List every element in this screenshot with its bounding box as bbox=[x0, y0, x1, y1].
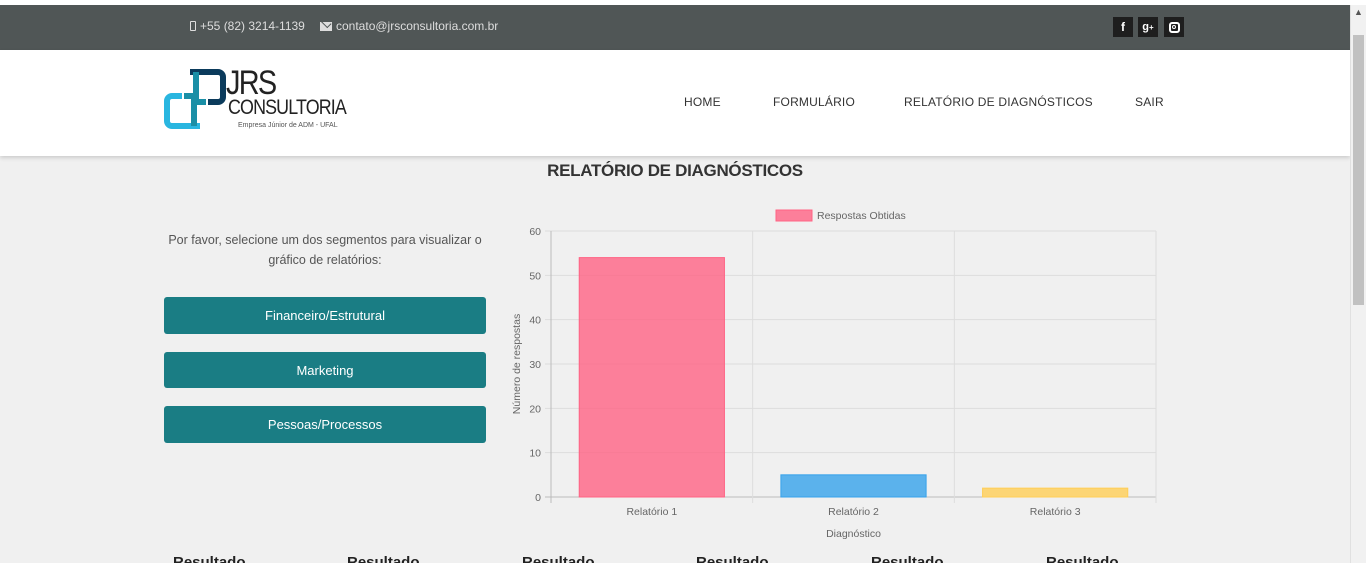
logo-subword: CONSULTORIA bbox=[228, 96, 347, 119]
y-tick-label: 20 bbox=[529, 403, 541, 415]
site-header: JRS CONSULTORIA Empresa Júnior de ADM - … bbox=[0, 50, 1350, 156]
google-plus-icon[interactable]: g + bbox=[1138, 17, 1158, 37]
y-tick-label: 0 bbox=[535, 492, 541, 504]
phone-contact: +55 (82) 3214-1139 bbox=[190, 19, 305, 33]
segment-instructions: Por favor, selecione um dos segmentos pa… bbox=[168, 233, 482, 267]
segment-button-pessoas[interactable]: Pessoas/Processos bbox=[164, 406, 486, 443]
envelope-icon bbox=[320, 21, 332, 31]
phone-icon bbox=[190, 21, 196, 31]
nav-home[interactable]: HOME bbox=[684, 95, 721, 109]
result-heading: Resultado bbox=[173, 554, 246, 563]
email-address[interactable]: contato@jrsconsultoria.com.br bbox=[336, 19, 498, 33]
phone-number: +55 (82) 3214-1139 bbox=[200, 19, 305, 33]
facebook-icon[interactable]: f bbox=[1113, 17, 1133, 37]
x-tick-label: Relatório 2 bbox=[828, 506, 879, 518]
nav-sair[interactable]: SAIR bbox=[1135, 95, 1164, 109]
y-tick-label: 40 bbox=[529, 315, 541, 327]
x-tick-label: Relatório 1 bbox=[626, 506, 677, 518]
x-axis-title: Diagnóstico bbox=[826, 528, 881, 540]
diagnostics-bar-chart: 0 10 20 30 40 50 60 Relatório 1 Relatório 2 Relat… bbox=[511, 209, 1157, 540]
result-heading: Resultado bbox=[1046, 554, 1119, 563]
page-title: RELATÓRIO DE DIAGNÓSTICOS bbox=[547, 161, 803, 180]
result-heading: Resultado bbox=[522, 554, 595, 563]
segment-button-financeiro[interactable]: Financeiro/Estrutural bbox=[164, 297, 486, 334]
chart-bar bbox=[578, 257, 725, 498]
logo-mark-icon bbox=[164, 69, 226, 129]
y-tick-label: 30 bbox=[529, 359, 541, 371]
x-tick-label: Relatório 3 bbox=[1030, 506, 1081, 518]
result-heading: Resultado bbox=[696, 554, 769, 563]
logo-tagline: Empresa Júnior de ADM - UFAL bbox=[238, 122, 338, 129]
nav-formulario[interactable]: FORMULÁRIO bbox=[773, 95, 855, 109]
scrollbar-thumb[interactable] bbox=[1353, 35, 1364, 305]
page-scrollbar[interactable]: ▲ bbox=[1350, 5, 1366, 563]
segment-button-marketing[interactable]: Marketing bbox=[164, 352, 486, 388]
legend-swatch bbox=[775, 209, 813, 222]
chart-bar bbox=[982, 487, 1129, 498]
chart-bar bbox=[780, 474, 927, 498]
results-heading-row: Resultado Resultado Resultado Resultado … bbox=[0, 554, 1350, 563]
y-tick-label: 50 bbox=[529, 270, 541, 282]
email-contact[interactable]: contato@jrsconsultoria.com.br bbox=[320, 19, 498, 33]
y-tick-label: 60 bbox=[529, 226, 541, 238]
y-axis-title: Número de respostas bbox=[511, 314, 523, 414]
scroll-up-arrow-icon[interactable]: ▲ bbox=[1354, 7, 1363, 17]
result-heading: Resultado bbox=[347, 554, 420, 563]
top-contact-bar: +55 (82) 3214-1139 contato@jrsconsultori… bbox=[0, 5, 1350, 50]
y-tick-label: 10 bbox=[529, 448, 541, 460]
nav-relatorio-diagnosticos[interactable]: RELATÓRIO DE DIAGNÓSTICOS bbox=[904, 95, 1093, 109]
result-heading: Resultado bbox=[871, 554, 944, 563]
site-logo[interactable]: JRS CONSULTORIA Empresa Júnior de ADM - … bbox=[164, 64, 364, 132]
legend-label: Respostas Obtidas bbox=[817, 210, 906, 222]
instagram-icon[interactable] bbox=[1164, 17, 1184, 37]
